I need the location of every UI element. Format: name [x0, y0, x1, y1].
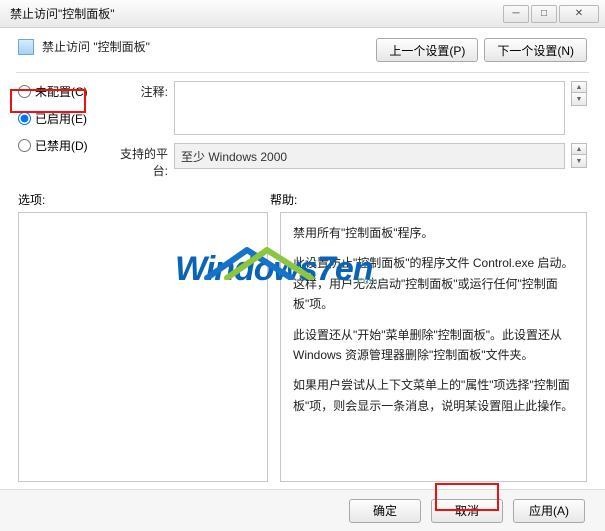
divider: [16, 72, 589, 73]
help-text-4: 如果用户尝试从上下文菜单上的"属性"项选择"控制面板"项，则会显示一条消息，说明…: [293, 375, 574, 416]
radio-enabled-label: 已启用(E): [35, 110, 87, 127]
fields-column: 注释: ▲ ▼ 支持的平台: 至少 Windows 2000 ▲ ▼: [108, 81, 587, 179]
maximize-button[interactable]: □: [531, 5, 557, 23]
previous-setting-button[interactable]: 上一个设置(P): [376, 38, 478, 62]
radio-not-configured[interactable]: 未配置(C): [18, 83, 108, 100]
policy-title: 禁止访问 "控制面板": [42, 38, 150, 55]
radio-column: 未配置(C) 已启用(E) 已禁用(D): [18, 81, 108, 179]
help-text-3: 此设置还从"开始"菜单删除"控制面板"。此设置还从 Windows 资源管理器删…: [293, 325, 574, 366]
platform-spin-up[interactable]: ▲: [571, 143, 587, 155]
window-title: 禁止访问"控制面板": [6, 5, 115, 22]
title-bar: 禁止访问"控制面板" ─ □ ✕: [0, 0, 605, 28]
options-label: 选项:: [18, 191, 270, 208]
options-panel: [18, 212, 268, 482]
platform-spinner: ▲ ▼: [571, 143, 587, 168]
nav-buttons: 上一个设置(P) 下一个设置(N): [376, 38, 587, 62]
platform-label: 支持的平台:: [108, 143, 168, 179]
platform-value: 至少 Windows 2000: [174, 143, 565, 169]
help-panel: 禁用所有"控制面板"程序。 此设置防止"控制面板"的程序文件 Control.e…: [280, 212, 587, 482]
next-setting-button[interactable]: 下一个设置(N): [484, 38, 587, 62]
cancel-button[interactable]: 取消: [431, 499, 503, 523]
apply-button[interactable]: 应用(A): [513, 499, 585, 523]
mid-labels: 选项: 帮助:: [0, 183, 605, 212]
policy-icon: [18, 39, 34, 55]
close-button[interactable]: ✕: [559, 5, 599, 23]
comment-spin-down[interactable]: ▼: [571, 93, 587, 106]
header-row: 禁止访问 "控制面板" 上一个设置(P) 下一个设置(N): [0, 28, 605, 68]
help-text-1: 禁用所有"控制面板"程序。: [293, 223, 574, 243]
comment-label: 注释:: [108, 81, 168, 100]
radio-disabled-input[interactable]: [18, 139, 31, 152]
help-text-2: 此设置防止"控制面板"的程序文件 Control.exe 启动。这样，用户无法启…: [293, 253, 574, 314]
radio-disabled[interactable]: 已禁用(D): [18, 137, 108, 154]
ok-button[interactable]: 确定: [349, 499, 421, 523]
comment-spinner: ▲ ▼: [571, 81, 587, 106]
footer: 确定 取消 应用(A): [0, 489, 605, 531]
comment-spin-up[interactable]: ▲: [571, 81, 587, 93]
radio-enabled-input[interactable]: [18, 112, 31, 125]
help-label: 帮助:: [270, 191, 522, 208]
comment-textarea[interactable]: [174, 81, 565, 135]
comment-row: 注释: ▲ ▼: [108, 81, 587, 135]
minimize-button[interactable]: ─: [503, 5, 529, 23]
radio-enabled[interactable]: 已启用(E): [18, 110, 108, 127]
panels: 禁用所有"控制面板"程序。 此设置防止"控制面板"的程序文件 Control.e…: [0, 212, 605, 482]
platform-row: 支持的平台: 至少 Windows 2000 ▲ ▼: [108, 143, 587, 179]
radio-not-configured-label: 未配置(C): [35, 83, 88, 100]
config-area: 未配置(C) 已启用(E) 已禁用(D) 注释: ▲ ▼ 支持的平台: 至少 W…: [0, 81, 605, 183]
radio-disabled-label: 已禁用(D): [35, 137, 88, 154]
platform-spin-down[interactable]: ▼: [571, 155, 587, 168]
radio-not-configured-input[interactable]: [18, 85, 31, 98]
window-buttons: ─ □ ✕: [503, 5, 599, 23]
